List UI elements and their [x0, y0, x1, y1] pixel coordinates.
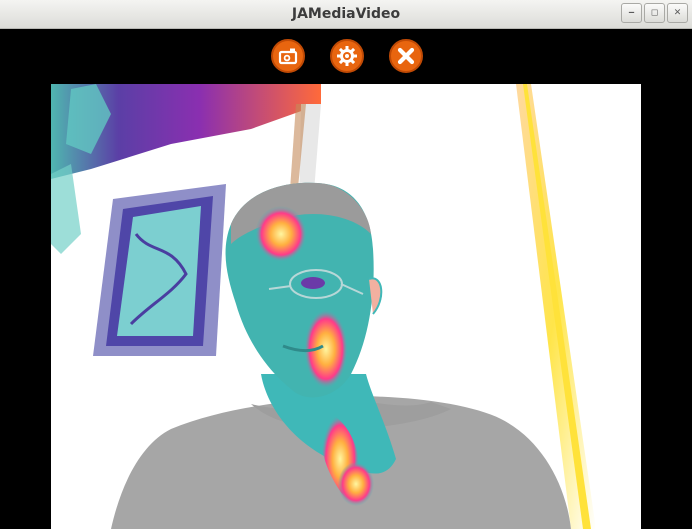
- close-button[interactable]: [389, 39, 423, 73]
- maximize-icon: ◻: [650, 8, 659, 18]
- window-title: JAMediaVideo: [291, 6, 401, 22]
- gear-icon: [337, 46, 357, 66]
- camera-button[interactable]: [271, 39, 305, 73]
- toolbar: [0, 29, 692, 84]
- minimize-button[interactable]: ‒: [621, 3, 642, 23]
- close-window-icon: ✕: [673, 8, 682, 18]
- settings-button[interactable]: [330, 39, 364, 73]
- window-controls: ‒ ◻ ✕: [621, 3, 688, 23]
- webcam-feed-image: [51, 84, 641, 529]
- camera-preview: [51, 84, 641, 529]
- close-icon: [397, 47, 415, 65]
- maximize-button[interactable]: ◻: [644, 3, 665, 23]
- minimize-icon: ‒: [628, 8, 635, 18]
- camera-icon: [278, 48, 298, 65]
- app-window: JAMediaVideo ‒ ◻ ✕: [0, 0, 692, 529]
- title-bar[interactable]: JAMediaVideo ‒ ◻ ✕: [0, 0, 692, 29]
- close-window-button[interactable]: ✕: [667, 3, 688, 23]
